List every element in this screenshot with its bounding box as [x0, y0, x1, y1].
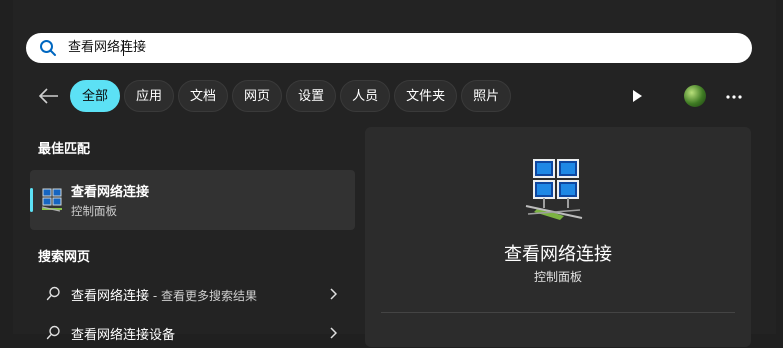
- filter-settings[interactable]: 设置: [286, 80, 337, 112]
- more-options-icon[interactable]: [726, 95, 742, 99]
- divider: [381, 312, 735, 313]
- filter-tabs: 全部 应用 文档 网页 设置 人员 文件夹 照片: [70, 80, 512, 112]
- chevron-right-icon: [330, 288, 337, 300]
- search-icon: [46, 286, 60, 301]
- web-result-label: 查看网络连接 - 查看更多搜索结果: [71, 289, 257, 304]
- detail-subtitle: 控制面板: [533, 270, 582, 284]
- best-match-item[interactable]: 查看网络连接 控制面板: [30, 170, 355, 230]
- filter-all[interactable]: 全部: [70, 80, 121, 112]
- chevron-right-icon: [330, 327, 337, 339]
- search-box[interactable]: 查看网络连接: [26, 33, 752, 63]
- filter-documents[interactable]: 文档: [178, 80, 229, 112]
- filter-apps[interactable]: 应用: [124, 80, 175, 112]
- filter-photos[interactable]: 照片: [461, 80, 512, 112]
- best-match-title: 查看网络连接: [71, 185, 150, 200]
- network-connections-icon: [525, 159, 583, 220]
- search-web-heading: 搜索网页: [38, 250, 91, 265]
- best-match-heading: 最佳匹配: [38, 142, 91, 157]
- back-arrow-icon[interactable]: [38, 87, 60, 105]
- selection-indicator: [30, 188, 33, 212]
- text-caret: [123, 40, 124, 56]
- filter-folders[interactable]: 文件夹: [394, 80, 458, 112]
- search-icon: [46, 325, 60, 340]
- network-connections-icon: [41, 188, 62, 212]
- search-icon: [40, 40, 56, 56]
- result-detail-panel: 查看网络连接 控制面板: [365, 127, 751, 347]
- filter-people[interactable]: 人员: [340, 80, 391, 112]
- filter-web[interactable]: 网页: [232, 80, 283, 112]
- web-result-item[interactable]: 查看网络连接 - 查看更多搜索结果: [30, 279, 355, 309]
- play-icon[interactable]: [630, 88, 644, 104]
- search-input[interactable]: 查看网络连接: [68, 33, 146, 63]
- best-match-subtitle: 控制面板: [71, 204, 117, 218]
- web-result-item[interactable]: 查看网络连接设备: [30, 318, 355, 348]
- avatar[interactable]: [684, 85, 706, 107]
- detail-title: 查看网络连接: [504, 244, 612, 265]
